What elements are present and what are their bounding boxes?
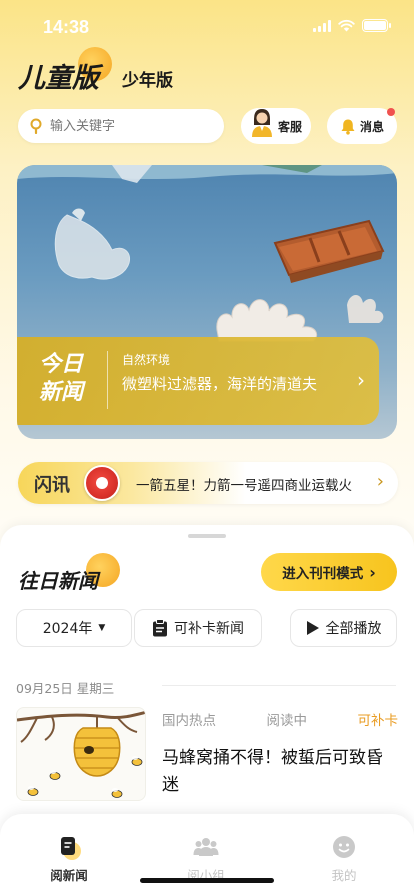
play-icon (306, 621, 319, 635)
service-agent-icon (251, 109, 272, 137)
notification-dot (387, 108, 395, 116)
magazine-mode-button[interactable]: 进入刊刊模式 › (261, 553, 397, 591)
year-select[interactable]: 2024年 ▼ (16, 609, 132, 647)
home-indicator (140, 878, 274, 883)
today-news-banner[interactable]: 今日新闻 自然环境 微塑料过滤器，海洋的清道夫 › (17, 165, 397, 439)
makeup-news-label: 可补卡新闻 (174, 621, 244, 637)
makeup-news-button[interactable]: 可补卡新闻 (134, 609, 262, 647)
chevron-right-icon: › (357, 368, 365, 392)
signal-icon (313, 19, 331, 32)
tab-news-label: 阅新闻 (50, 868, 88, 883)
news-item-title[interactable]: 马蜂窝捅不得！被蜇后可致昏迷 (162, 745, 394, 799)
customer-service-button[interactable]: 客服 (241, 108, 311, 144)
brand-title-kids[interactable]: 儿童版 (18, 56, 99, 95)
status-time: 14:38 (43, 17, 90, 37)
tab-group[interactable]: 阅小组 (166, 834, 246, 884)
flash-news-bar[interactable]: 闪讯 一箭五星！力箭一号遥四商业运载火 › (18, 462, 398, 504)
tab-news[interactable]: 阅新闻 (29, 834, 109, 884)
news-item-tags: 国内热点 阅读中 可补卡 (162, 709, 398, 729)
magazine-mode-label: 进入刊刊模式 (282, 566, 364, 582)
news-headline: 微塑料过滤器，海洋的清道夫 (122, 375, 318, 393)
tab-mine[interactable]: 我的 (304, 834, 384, 884)
news-thumbnail[interactable] (16, 707, 146, 801)
chevron-right-icon: › (376, 471, 384, 492)
clipboard-icon (153, 619, 167, 637)
profile-icon (333, 836, 355, 858)
bottom-tab-bar: 阅新闻 阅小组 我的 (0, 814, 414, 896)
year-value: 2024年 (42, 621, 93, 637)
news-icon (61, 837, 81, 860)
status-bar: 14:38 (0, 0, 414, 50)
chevron-right-icon: › (369, 562, 376, 582)
drag-handle[interactable] (188, 534, 226, 538)
feed-date: 09月25日 星期三 (16, 681, 115, 696)
flash-news-text: 一箭五星！力箭一号遥四商业运载火 (136, 478, 352, 494)
customer-service-label: 客服 (277, 119, 302, 134)
status-icons (313, 19, 391, 32)
group-icon (193, 838, 219, 856)
beehive-illustration (17, 710, 145, 798)
search-input[interactable] (50, 118, 210, 134)
flash-label: 闪讯 (34, 475, 70, 496)
battery-icon (362, 19, 391, 32)
today-news-card[interactable]: 今日新闻 自然环境 微塑料过滤器，海洋的清道夫 › (17, 337, 379, 425)
news-item-category: 国内热点 (162, 713, 216, 729)
search-icon (30, 118, 42, 134)
tab-mine-label: 我的 (331, 868, 357, 883)
news-item-badge[interactable]: 可补卡 (358, 709, 399, 729)
message-label: 消息 (359, 119, 384, 134)
bell-icon (341, 119, 355, 135)
news-item-status: 阅读中 (266, 713, 308, 729)
play-all-button[interactable]: 全部播放 (290, 609, 397, 647)
divider (107, 351, 108, 409)
message-button[interactable]: 消息 (327, 108, 397, 144)
caret-down-icon: ▼ (98, 623, 106, 633)
today-news-label: 今日新闻 (39, 352, 84, 405)
wifi-icon (338, 19, 355, 32)
news-category: 自然环境 (122, 353, 171, 367)
divider (162, 685, 396, 686)
play-all-label: 全部播放 (325, 621, 382, 637)
brand-title-teen[interactable]: 少年版 (122, 66, 173, 91)
past-news-title: 往日新闻 (18, 569, 98, 593)
search-bar[interactable] (18, 109, 224, 143)
flash-news-icon (84, 465, 120, 501)
